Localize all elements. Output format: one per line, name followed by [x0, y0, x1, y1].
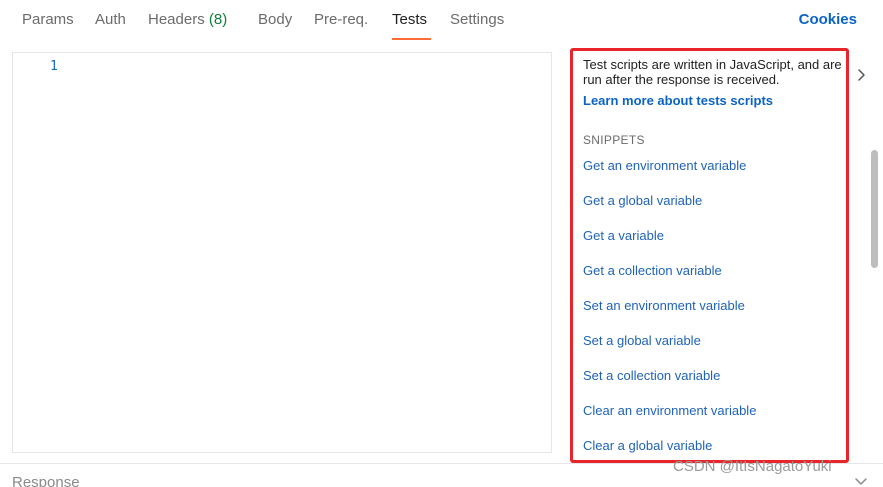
- snippet-set-environment-variable[interactable]: Set an environment variable: [583, 298, 745, 313]
- editor-divider[interactable]: [551, 52, 552, 453]
- tab-headers[interactable]: Headers (8): [148, 11, 227, 28]
- tab-tests[interactable]: Tests: [392, 11, 427, 28]
- snippet-set-global-variable[interactable]: Set a global variable: [583, 333, 701, 348]
- cookies-link[interactable]: Cookies: [799, 11, 857, 28]
- snippet-get-variable[interactable]: Get a variable: [583, 228, 664, 243]
- snippets-panel: Test scripts are written in JavaScript, …: [570, 48, 849, 463]
- snippet-set-collection-variable[interactable]: Set a collection variable: [583, 368, 720, 383]
- watermark: CSDN @ItIsNagatoYuki: [673, 458, 832, 475]
- response-label: Response: [12, 474, 80, 487]
- snippets-heading: SNIPPETS: [583, 133, 645, 147]
- snippet-clear-global-variable[interactable]: Clear a global variable: [583, 438, 712, 453]
- request-tabs: Params Auth Headers (8) Body Pre-req. Te…: [0, 0, 883, 44]
- tab-pre-request[interactable]: Pre-req.: [314, 11, 368, 28]
- line-number: 1: [50, 59, 58, 74]
- snippet-get-global-variable[interactable]: Get a global variable: [583, 193, 702, 208]
- learn-more-link[interactable]: Learn more about tests scripts: [583, 93, 773, 108]
- tab-params[interactable]: Params: [22, 11, 74, 28]
- snippet-get-environment-variable[interactable]: Get an environment variable: [583, 158, 746, 173]
- tab-settings[interactable]: Settings: [450, 11, 504, 28]
- snippet-get-collection-variable[interactable]: Get a collection variable: [583, 263, 722, 278]
- active-tab-indicator: [392, 38, 431, 40]
- panel-description: Test scripts are written in JavaScript, …: [583, 57, 842, 87]
- tab-body[interactable]: Body: [258, 11, 292, 28]
- script-editor[interactable]: 1: [12, 52, 552, 453]
- tab-headers-label: Headers: [148, 11, 205, 28]
- snippet-clear-environment-variable[interactable]: Clear an environment variable: [583, 403, 756, 418]
- tab-auth[interactable]: Auth: [95, 11, 126, 28]
- chevron-down-icon[interactable]: [853, 476, 869, 487]
- panel-scrollbar-thumb[interactable]: [871, 150, 878, 268]
- tab-headers-count: (8): [208, 11, 228, 28]
